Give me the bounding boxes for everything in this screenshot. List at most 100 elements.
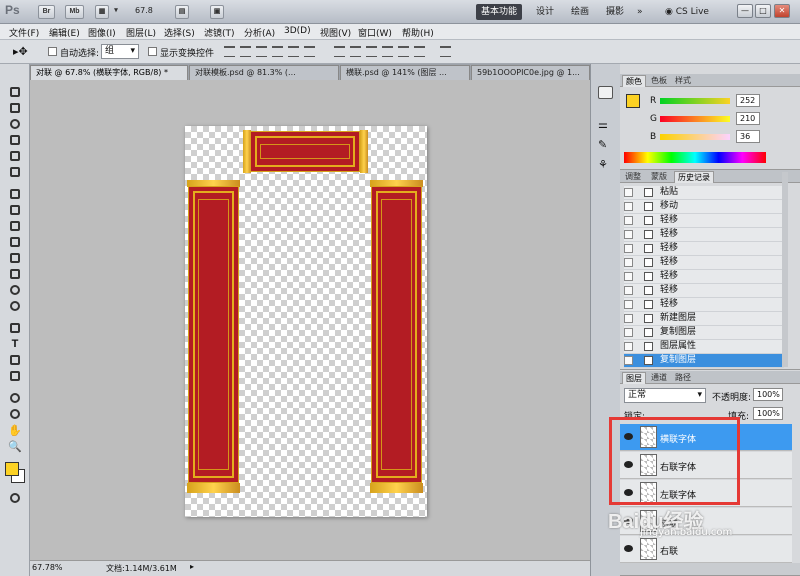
type-tool-icon[interactable]: T [6, 338, 24, 351]
menu-window[interactable]: 窗口(W) [358, 26, 392, 39]
history-state[interactable]: 复制图层 [624, 326, 784, 340]
align-top-icon[interactable] [224, 46, 235, 57]
clone-stamp-tool-icon[interactable] [6, 220, 24, 233]
history-source-checkbox[interactable] [624, 272, 633, 281]
history-source-checkbox[interactable] [624, 300, 633, 309]
show-transform-checkbox[interactable] [148, 47, 157, 56]
history-source-checkbox[interactable] [624, 202, 633, 211]
history-source-checkbox[interactable] [624, 230, 633, 239]
3d-rotate-tool-icon[interactable] [6, 392, 24, 405]
document-canvas[interactable] [185, 126, 427, 517]
tab-paths[interactable]: 路径 [672, 372, 694, 384]
auto-select-dropdown[interactable]: 组 ▾ [101, 44, 139, 59]
distribute-vertical-center-icon[interactable] [350, 46, 361, 57]
layer-row[interactable]: 右联 [620, 536, 792, 563]
zuolian-banner[interactable] [188, 186, 239, 483]
history-source-checkbox[interactable] [624, 328, 633, 337]
history-state[interactable]: 新建图层 [624, 312, 784, 326]
dodge-tool-icon[interactable] [6, 300, 24, 313]
history-state[interactable]: 轻移 [624, 284, 784, 298]
move-tool-icon[interactable]: ▸✥ [13, 45, 28, 58]
distribute-horizontal-center-icon[interactable] [398, 46, 409, 57]
pen-tool-icon[interactable] [6, 322, 24, 335]
move-tool-icon[interactable] [6, 86, 24, 99]
eyedropper-tool-icon[interactable] [6, 166, 24, 179]
tab-styles[interactable]: 样式 [672, 75, 694, 87]
screen-mode-icon[interactable]: ▣ [210, 5, 224, 19]
tab-swatches[interactable]: 色板 [648, 75, 670, 87]
red-value-field[interactable]: 252 [736, 94, 760, 107]
menu-edit[interactable]: 编辑(E) [49, 26, 80, 39]
brush-presets-icon[interactable]: ✎ [598, 138, 613, 151]
minimize-button[interactable]: — [737, 4, 753, 18]
extras-icon[interactable]: ▦ [95, 5, 109, 19]
align-bottom-icon[interactable] [256, 46, 267, 57]
workspace-design[interactable]: 设计 [531, 4, 559, 20]
history-scrollbar[interactable] [782, 172, 788, 367]
arrange-documents-icon[interactable]: ▤ [175, 5, 189, 19]
eye-icon[interactable] [624, 545, 633, 552]
3d-orbit-tool-icon[interactable] [6, 408, 24, 421]
healing-brush-tool-icon[interactable] [6, 188, 24, 201]
history-source-checkbox[interactable] [624, 286, 633, 295]
history-state[interactable]: 轻移 [624, 228, 784, 242]
canvas-workspace[interactable] [30, 80, 590, 560]
red-slider[interactable] [660, 98, 730, 104]
rectangle-tool-icon[interactable] [6, 370, 24, 383]
eraser-tool-icon[interactable] [6, 252, 24, 265]
tab-masks[interactable]: 蒙版 [648, 171, 670, 183]
menu-image[interactable]: 图像(I) [88, 26, 116, 39]
crop-tool-icon[interactable] [6, 150, 24, 163]
history-state[interactable]: 轻移 [624, 298, 784, 312]
green-slider[interactable] [660, 116, 730, 122]
menu-view[interactable]: 视图(V) [320, 26, 351, 39]
lasso-tool-icon[interactable] [6, 118, 24, 131]
history-state[interactable]: 图层属性 [624, 340, 784, 354]
history-source-checkbox[interactable] [624, 356, 633, 365]
cs-live-button[interactable]: ◉ CS Live [660, 4, 714, 20]
menu-layer[interactable]: 图层(L) [126, 26, 156, 39]
menu-file[interactable]: 文件(F) [9, 26, 39, 39]
tab-history[interactable]: 历史记录 [674, 171, 714, 183]
history-source-checkbox[interactable] [624, 188, 633, 197]
fill-field[interactable]: 100% [753, 407, 783, 420]
tab-layers[interactable]: 图层 [622, 372, 646, 384]
gradient-tool-icon[interactable] [6, 268, 24, 281]
distribute-top-icon[interactable] [334, 46, 345, 57]
youlian-banner[interactable] [371, 186, 422, 483]
history-source-checkbox[interactable] [624, 314, 633, 323]
bridge-button[interactable]: Br [38, 5, 55, 19]
blue-value-field[interactable]: 36 [736, 130, 760, 143]
distribute-right-icon[interactable] [414, 46, 425, 57]
status-zoom[interactable]: 67.78% [32, 563, 63, 572]
history-source-checkbox[interactable] [624, 258, 633, 267]
auto-align-icon[interactable] [440, 46, 451, 57]
opacity-field[interactable]: 100% [753, 388, 783, 401]
clone-source-icon[interactable]: ⚘ [598, 158, 613, 171]
status-arrow-icon[interactable]: ▸ [190, 562, 194, 571]
marquee-tool-icon[interactable] [6, 102, 24, 115]
menu-select[interactable]: 选择(S) [164, 26, 195, 39]
history-state[interactable]: 移动 [624, 200, 784, 214]
align-right-icon[interactable] [304, 46, 315, 57]
tab-channels[interactable]: 通道 [648, 372, 670, 384]
tab-duilian-template[interactable]: 对联模板.psd @ 81.3% (... [189, 65, 339, 80]
history-brush-tool-icon[interactable] [6, 236, 24, 249]
blur-tool-icon[interactable] [6, 284, 24, 297]
menu-3d[interactable]: 3D(D) [284, 26, 311, 36]
close-button[interactable]: ✕ [774, 4, 790, 18]
distribute-left-icon[interactable] [382, 46, 393, 57]
tab-color[interactable]: 颜色 [622, 75, 646, 87]
history-state[interactable]: 粘贴 [624, 186, 784, 200]
history-source-checkbox[interactable] [624, 342, 633, 351]
mini-bridge-button[interactable]: Mb [65, 5, 84, 19]
blue-slider[interactable] [660, 134, 730, 140]
zoom-level[interactable]: 67.8 [135, 6, 153, 15]
align-left-icon[interactable] [272, 46, 283, 57]
history-state[interactable]: 轻移 [624, 270, 784, 284]
tab-adjustments[interactable]: 调整 [622, 171, 644, 183]
history-state[interactable]: 轻移 [624, 242, 784, 256]
green-value-field[interactable]: 210 [736, 112, 760, 125]
tab-duilian[interactable]: 对联 @ 67.8% (横联字体, RGB/8) * [30, 65, 188, 80]
henglian-banner[interactable] [250, 131, 360, 172]
